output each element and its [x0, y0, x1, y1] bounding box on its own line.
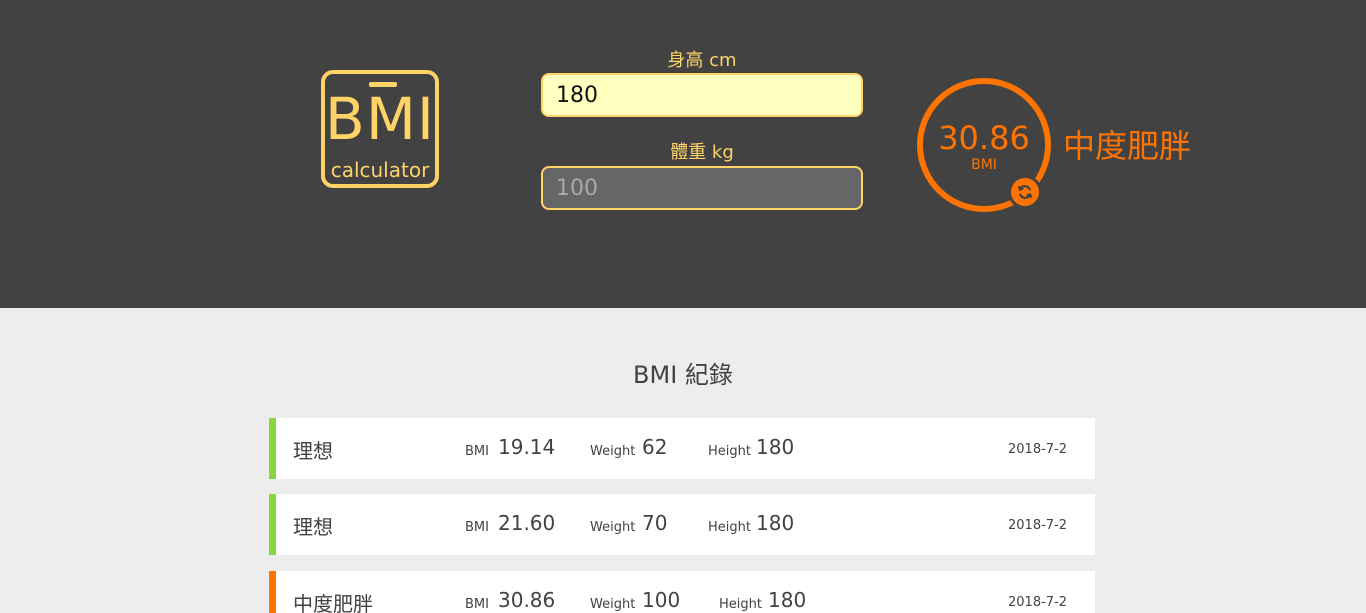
logo-title: BMI [325, 85, 435, 153]
weight-input[interactable] [541, 166, 863, 210]
result-status: 中度肥胖 [1063, 127, 1192, 165]
record-weight-value: 100 [642, 588, 681, 612]
result-bmi-unit: BMI [971, 157, 997, 173]
record-height-key: Height [708, 444, 751, 459]
record-date: 2018-7-2 [1008, 442, 1068, 457]
record-weight-value: 62 [642, 435, 668, 459]
record-height-value: 180 [756, 511, 795, 535]
record-height-key: Height [708, 520, 751, 535]
reset-button[interactable] [1008, 175, 1042, 209]
record-date: 2018-7-2 [1008, 595, 1068, 610]
records-title: BMI 紀錄 [633, 361, 733, 389]
record-status: 理想 [293, 439, 333, 463]
record-weight-key: Weight [590, 520, 636, 535]
record-weight-key: Weight [590, 597, 636, 612]
record-height-key: Height [719, 597, 762, 612]
record-status: 理想 [293, 515, 333, 539]
record-weight-key: Weight [590, 444, 636, 459]
record-bmi-key: BMI [465, 520, 489, 535]
bmi-logo: BMI calculator [321, 70, 439, 188]
refresh-icon [1017, 185, 1033, 199]
record-row: 理想 BMI 19.14 Weight 62 Height 180 2018-7… [269, 418, 1095, 479]
record-height-value: 180 [756, 435, 795, 459]
record-date: 2018-7-2 [1008, 518, 1068, 533]
record-bmi-value: 19.14 [498, 435, 556, 459]
record-bmi-key: BMI [465, 597, 489, 612]
record-height-value: 180 [768, 588, 807, 612]
record-row: 中度肥胖 BMI 30.86 Weight 100 Height 180 201… [269, 571, 1095, 613]
logo-subtitle: calculator [330, 158, 430, 182]
record-bmi-value: 30.86 [498, 588, 556, 612]
record-status: 中度肥胖 [293, 592, 373, 613]
record-weight-value: 70 [642, 511, 668, 535]
record-bmi-value: 21.60 [498, 511, 556, 535]
record-bmi-key: BMI [465, 444, 489, 459]
result-bmi-value: 30.86 [938, 119, 1030, 157]
weight-label: 體重 kg [670, 142, 734, 163]
height-label: 身高 cm [667, 50, 737, 71]
height-input[interactable] [541, 73, 863, 117]
record-row: 理想 BMI 21.60 Weight 70 Height 180 2018-7… [269, 494, 1095, 555]
header: BMI calculator 身高 cm 體重 kg 30.86 BMI 中度肥… [0, 0, 1366, 308]
